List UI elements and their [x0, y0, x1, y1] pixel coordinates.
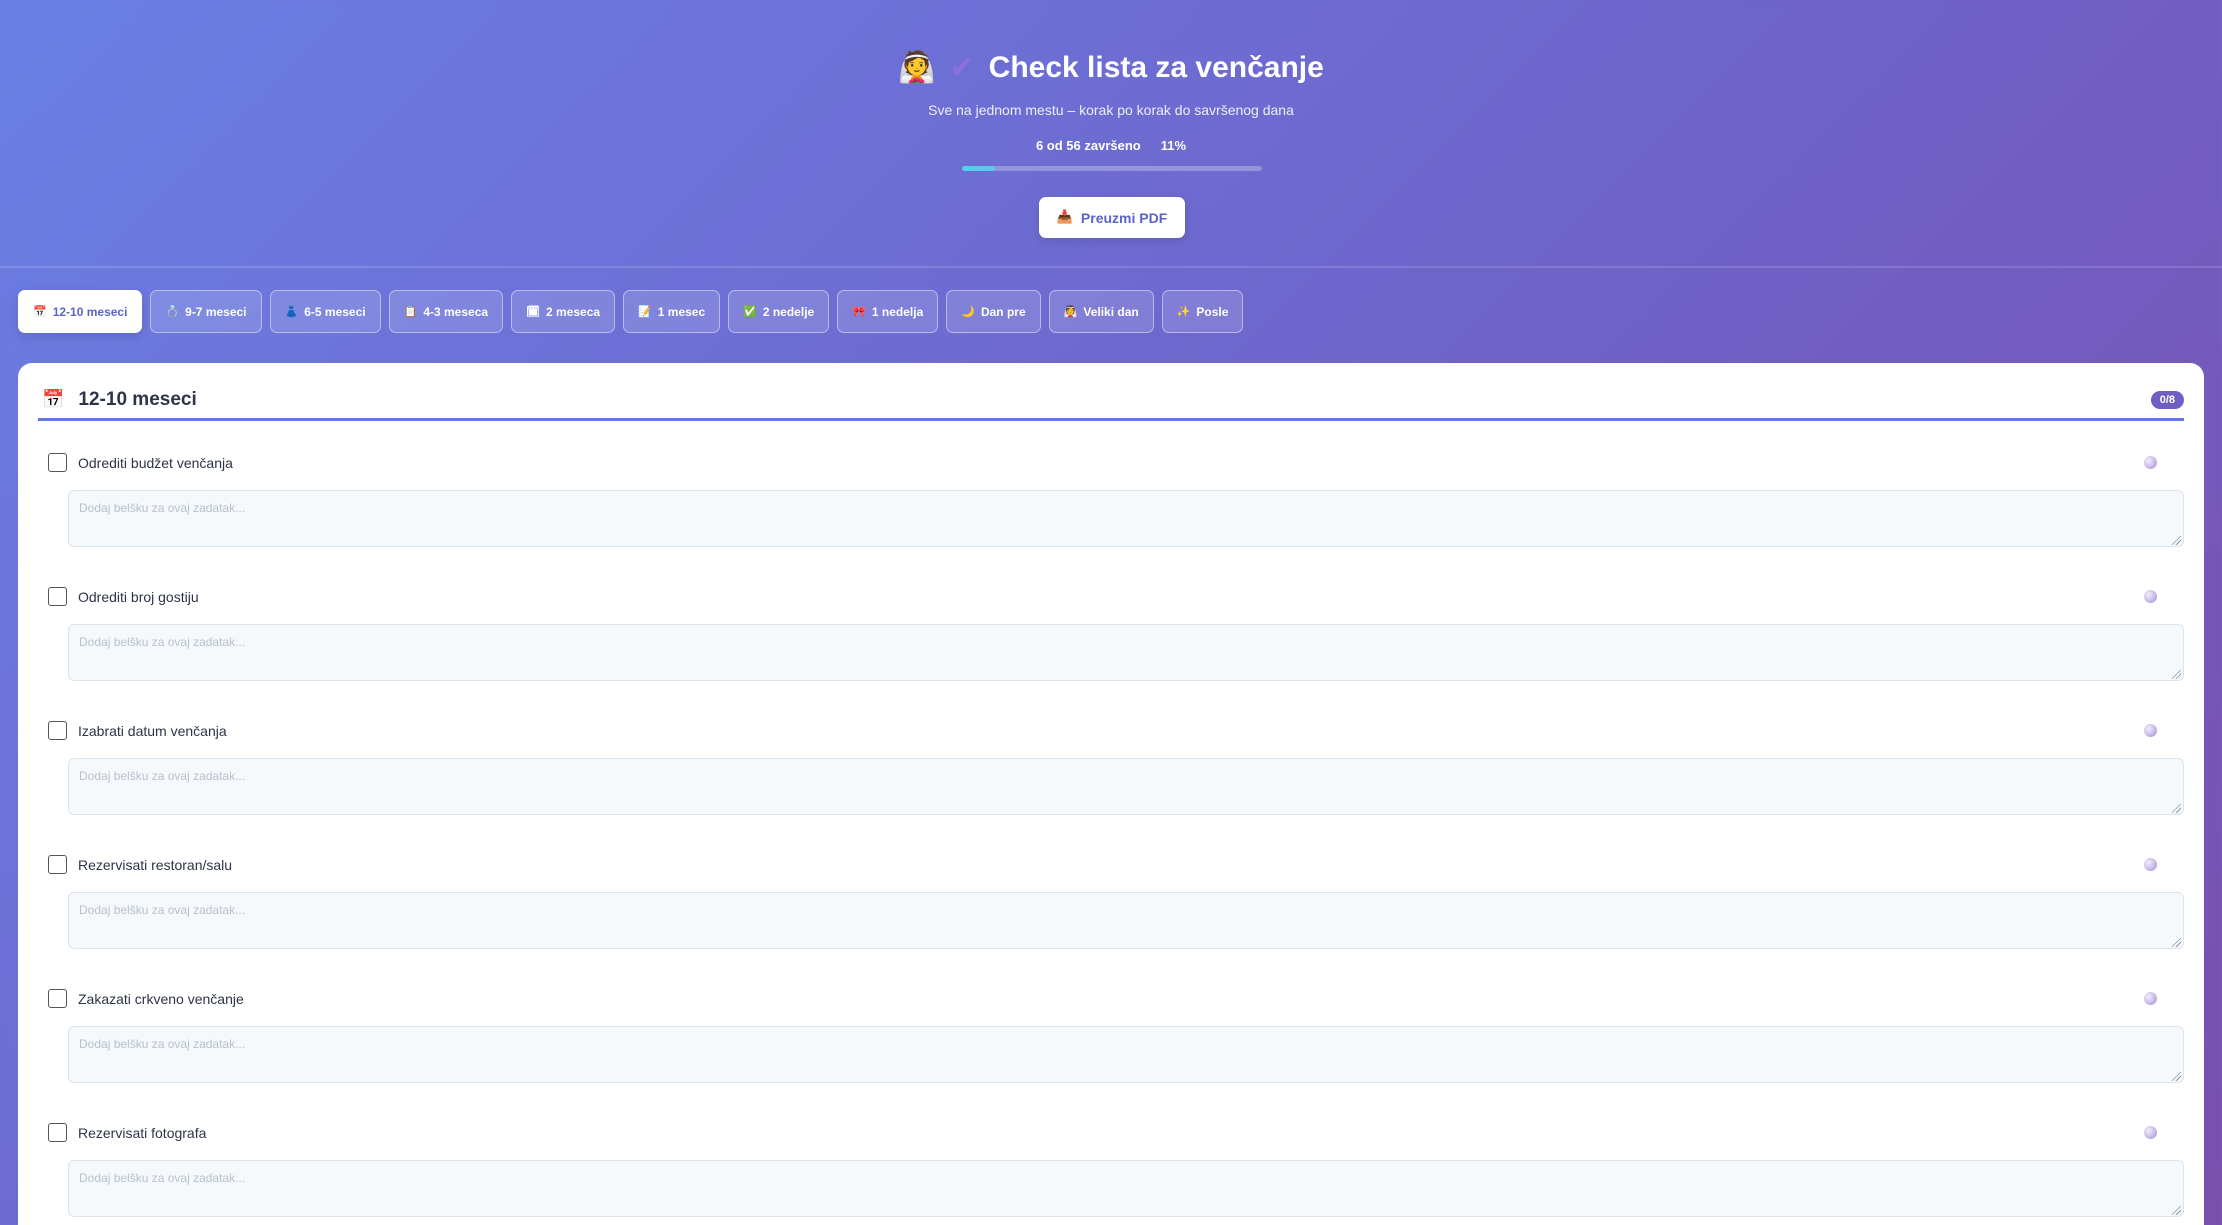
download-pdf-button[interactable]: 📥 Preuzmi PDF	[1039, 197, 1185, 238]
tab-icon: 📝	[638, 305, 652, 318]
task-item: Izabrati datum venčanja	[18, 711, 2204, 845]
task-item: Rezervisati restoran/salu	[18, 845, 2204, 979]
task-status-dot-icon	[2144, 590, 2157, 603]
tab-4-3-meseca[interactable]: 📋 4-3 meseca	[388, 290, 504, 333]
tab-label: Veliki dan	[1083, 304, 1139, 319]
tab-icon: 🌙	[961, 305, 975, 318]
task-item: Zakazati crkveno venčanje	[18, 979, 2204, 1113]
progress-bar	[962, 166, 1262, 171]
page-header: 👰 ✔ Check lista za venčanje Sve na jedno…	[0, 0, 2222, 268]
tab-icon: 🎀	[852, 305, 866, 318]
page-title: 👰 ✔ Check lista za venčanje	[0, 50, 2222, 85]
tab-label: Dan pre	[980, 304, 1026, 319]
progress-count-label: 6 od 56 završeno	[1035, 138, 1141, 153]
resize-handle-icon[interactable]	[2172, 804, 2181, 813]
task-status-dot-icon	[2144, 456, 2157, 469]
section-title: 12-10 meseci	[78, 388, 197, 410]
task-item: Rezervisati fotografa	[18, 1113, 2204, 1225]
task-checkbox[interactable]	[48, 855, 67, 874]
task-checkbox[interactable]	[48, 1123, 67, 1142]
tab-label: 9-7 meseci	[185, 304, 247, 319]
task-checkbox[interactable]	[48, 989, 67, 1008]
tab-label: 1 nedelja	[871, 304, 924, 319]
task-checkbox[interactable]	[48, 721, 67, 740]
tab-icon: 👰	[1063, 305, 1078, 318]
task-label: Rezervisati fotografa	[78, 1125, 207, 1141]
tab-icon: 📋	[403, 305, 418, 318]
task-note-input[interactable]	[68, 758, 2184, 815]
section-count-badge: 0/8	[2150, 390, 2184, 409]
tab-veliki-dan[interactable]: 👰 Veliki dan	[1048, 290, 1154, 333]
checkmark-icon: ✔	[949, 50, 975, 85]
tab-2-nedelje[interactable]: ✅ 2 nedelje	[728, 290, 830, 333]
tab-icon: 📅	[33, 305, 47, 318]
resize-handle-icon[interactable]	[2172, 536, 2181, 545]
bride-icon: 👰	[898, 50, 936, 85]
task-note-input[interactable]	[68, 1026, 2184, 1083]
task-status-dot-icon	[2144, 724, 2157, 737]
tab-label: Posle	[1196, 304, 1229, 319]
tab-icon: 💍	[165, 305, 180, 318]
tab-icon: 👗	[284, 305, 299, 318]
task-checkbox[interactable]	[48, 587, 67, 606]
task-note-input[interactable]	[68, 892, 2184, 949]
tab-label: 2 meseca	[546, 304, 601, 319]
period-tabs: 📅 12-10 meseci 💍 9-7 meseci 👗 6-5 meseci 📋 4-3 …	[18, 290, 1244, 333]
tab-label: 6-5 meseci	[304, 304, 366, 319]
progress-bar-fill	[962, 166, 995, 171]
task-label: Odrediti budžet venčanja	[78, 455, 233, 471]
calendar-icon: 📅	[42, 389, 65, 410]
tab-label: 2 nedelje	[762, 304, 815, 319]
task-checkbox[interactable]	[48, 453, 67, 472]
task-item: Odrediti broj gostiju	[18, 577, 2204, 711]
tab-12-10-meseci[interactable]: 📅 12-10 meseci	[18, 290, 143, 333]
task-label: Odrediti broj gostiju	[78, 589, 199, 605]
tab-9-7-meseci[interactable]: 💍 9-7 meseci	[150, 290, 262, 333]
download-pdf-label: Preuzmi PDF	[1080, 209, 1168, 226]
tab-icon: 🗓	[526, 305, 541, 318]
task-item: Odrediti budžet venčanja	[18, 443, 2204, 577]
section-header: 📅 12-10 meseci 0/8	[38, 381, 2184, 421]
page-title-text: Check lista za venčanje	[988, 50, 1324, 84]
tab-label: 12-10 meseci	[52, 304, 128, 319]
tab-2-meseca[interactable]: 🗓 2 meseca	[511, 290, 616, 333]
task-note-input[interactable]	[68, 1160, 2184, 1217]
tab-icon: ✅	[743, 305, 757, 318]
task-label: Izabrati datum venčanja	[78, 723, 227, 739]
tab-1-mesec[interactable]: 📝 1 mesec	[623, 290, 721, 333]
task-status-dot-icon	[2144, 992, 2157, 1005]
tab-icon: ✨	[1176, 305, 1191, 318]
task-label: Rezervisati restoran/salu	[78, 857, 233, 873]
tab-6-5-meseci[interactable]: 👗 6-5 meseci	[269, 290, 381, 333]
resize-handle-icon[interactable]	[2172, 1206, 2181, 1215]
tab-1-nedelja[interactable]: 🎀 1 nedelja	[837, 290, 939, 333]
tab-label: 1 mesec	[657, 304, 706, 319]
tab-posle[interactable]: ✨ Posle	[1161, 290, 1244, 333]
resize-handle-icon[interactable]	[2172, 1072, 2181, 1081]
checklist-card: 📅 12-10 meseci 0/8 Odrediti budžet venča…	[18, 363, 2204, 1225]
task-note-input[interactable]	[68, 490, 2184, 547]
task-status-dot-icon	[2144, 858, 2157, 871]
progress-percent-label: 11%	[1160, 138, 1187, 153]
task-label: Zakazati crkveno venčanje	[78, 991, 244, 1007]
download-icon: 📥	[1056, 210, 1073, 225]
resize-handle-icon[interactable]	[2172, 938, 2181, 947]
progress-summary: 6 od 56 završeno 11%	[0, 138, 2222, 153]
task-list: Odrediti budžet venčanja Odrediti broj go…	[18, 443, 2204, 1225]
task-status-dot-icon	[2144, 1126, 2157, 1139]
tab-label: 4-3 meseca	[423, 304, 489, 319]
task-note-input[interactable]	[68, 624, 2184, 681]
tab-dan-pre[interactable]: 🌙 Dan pre	[946, 290, 1041, 333]
page-subtitle: Sve na jednom mestu – korak po korak do …	[928, 102, 1294, 118]
resize-handle-icon[interactable]	[2172, 670, 2181, 679]
